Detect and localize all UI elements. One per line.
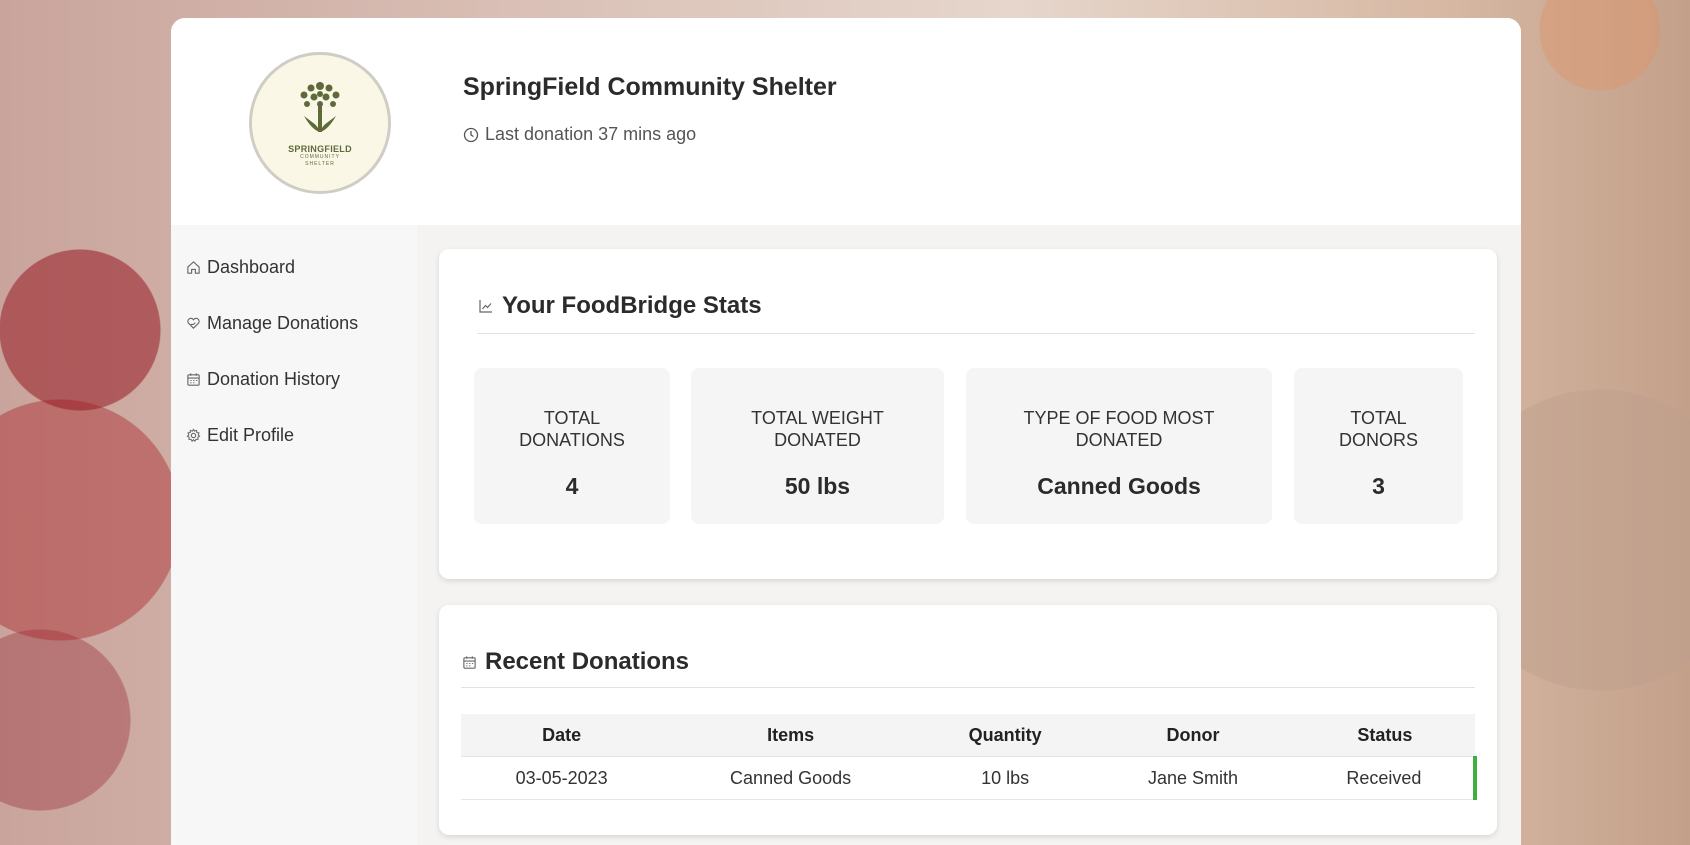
- table-row[interactable]: 03-05-2023 Canned Goods 10 lbs Jane Smit…: [461, 756, 1478, 800]
- stat-label-line1: TYPE OF FOOD MOST: [1023, 408, 1215, 428]
- stat-label-line1: TOTAL WEIGHT: [751, 408, 884, 428]
- stat-label-line1: TOTAL: [1350, 408, 1407, 428]
- tree-hands-icon: [300, 82, 340, 132]
- stats-title-text: Your FoodBridge Stats: [502, 292, 762, 319]
- logo-subtitle-2: SHELTER: [305, 161, 335, 167]
- line-chart-icon: [479, 300, 492, 313]
- stat-label-line1: TOTAL: [543, 408, 601, 428]
- sidebar-item-label: Manage Donations: [207, 312, 359, 333]
- cell-items: Canned Goods: [662, 756, 919, 800]
- sidebar-item-edit-profile[interactable]: Edit Profile: [171, 407, 417, 463]
- donations-title-text: Recent Donations: [485, 648, 690, 675]
- stat-card-total-donations: TOTAL DONATIONS 4: [474, 368, 670, 524]
- stat-label: TOTAL WEIGHT DONATED: [691, 407, 944, 451]
- stat-label-line2: DONATED: [1075, 430, 1163, 450]
- cell-donor: Jane Smith: [1091, 756, 1295, 800]
- sidebar-item-dashboard[interactable]: Dashboard: [171, 239, 417, 295]
- cell-date: 03-05-2023: [461, 756, 663, 800]
- table-header-row: Date Items Quantity Donor Status: [461, 714, 1475, 757]
- column-header-items[interactable]: Items: [662, 714, 919, 757]
- logo-subtitle-1: COMMUNITY: [300, 154, 340, 160]
- stat-label-line2: DONORS: [1338, 430, 1418, 450]
- stat-value: 3: [1372, 473, 1385, 499]
- column-header-status[interactable]: Status: [1294, 714, 1475, 757]
- stat-value: Canned Goods: [1037, 473, 1201, 499]
- stat-label: TOTAL DONORS: [1294, 407, 1463, 451]
- shelter-name: SpringField Community Shelter: [463, 73, 837, 101]
- stat-value: 50 lbs: [784, 473, 851, 499]
- clock-icon: [463, 127, 479, 142]
- cell-quantity: 10 lbs: [918, 756, 1092, 800]
- shelter-logo: SPRINGFIELD COMMUNITY SHELTER: [249, 52, 391, 194]
- logo-name: SPRINGFIELD: [288, 144, 352, 154]
- stat-value: 4: [565, 473, 579, 499]
- stat-label: TYPE OF FOOD MOST DONATED: [966, 407, 1272, 451]
- profile-card: SPRINGFIELD COMMUNITY SHELTER SpringFiel…: [171, 18, 1521, 845]
- donations-table: Date Items Quantity Donor Status 03-05-2…: [461, 714, 1478, 800]
- sidebar-item-donation-history[interactable]: Donation History: [171, 351, 417, 407]
- recent-donations-panel: Recent Donations Date Items Quantity Don…: [439, 605, 1497, 835]
- column-header-date[interactable]: Date: [461, 714, 663, 757]
- heart-hand-icon: [187, 317, 200, 329]
- stat-label-line2: DONATIONS: [519, 430, 625, 450]
- divider: [477, 333, 1475, 334]
- sidebar-item-label: Edit Profile: [207, 424, 295, 445]
- sidebar-item-manage-donations[interactable]: Manage Donations: [171, 295, 417, 351]
- cell-status: Received: [1294, 756, 1478, 800]
- stats-panel: Your FoodBridge Stats TOTAL DONATIONS 4 …: [439, 249, 1497, 579]
- sidebar: Dashboard Manage Donations Donation Hist…: [171, 225, 417, 845]
- stat-card-total-weight: TOTAL WEIGHT DONATED 50 lbs: [691, 368, 944, 524]
- home-icon: [187, 260, 200, 274]
- sidebar-item-label: Dashboard: [207, 256, 296, 277]
- donations-title: Recent Donations: [462, 648, 689, 676]
- last-donation-info: Last donation 37 mins ago: [463, 124, 696, 145]
- stat-label-line2: DONATED: [774, 430, 861, 450]
- calendar-icon: [187, 372, 200, 386]
- calendar-icon: [463, 655, 476, 669]
- stat-card-food-type: TYPE OF FOOD MOST DONATED Canned Goods: [966, 368, 1272, 524]
- gear-icon: [186, 427, 201, 442]
- stats-title: Your FoodBridge Stats: [478, 292, 762, 320]
- stat-card-total-donors: TOTAL DONORS 3: [1294, 368, 1463, 524]
- sidebar-item-label: Donation History: [207, 368, 341, 389]
- last-donation-text: Last donation 37 mins ago: [485, 124, 697, 144]
- profile-header: SPRINGFIELD COMMUNITY SHELTER SpringFiel…: [171, 18, 1521, 225]
- stat-label: TOTAL DONATIONS: [474, 407, 670, 451]
- divider: [461, 687, 1475, 688]
- column-header-quantity[interactable]: Quantity: [918, 714, 1092, 757]
- column-header-donor[interactable]: Donor: [1091, 714, 1295, 757]
